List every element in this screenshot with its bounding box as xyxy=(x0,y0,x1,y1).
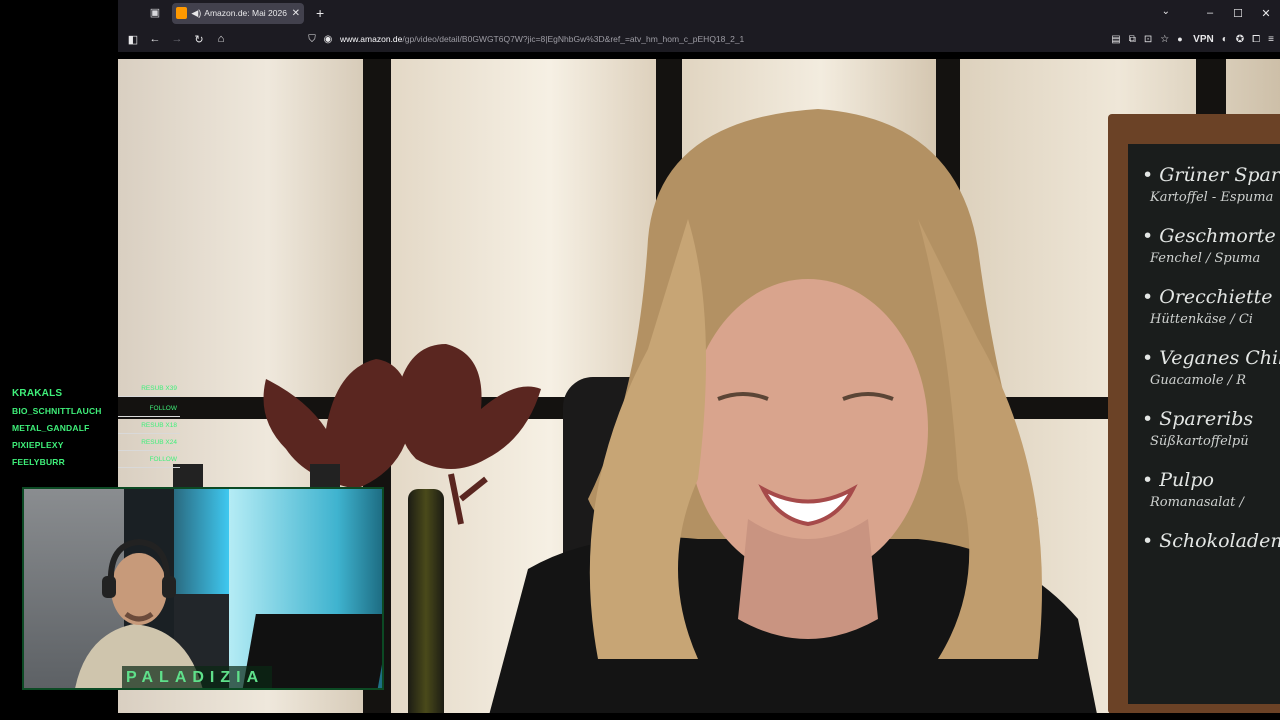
menu-icon[interactable]: ≡ xyxy=(1268,34,1274,45)
event-user: METAL_GANDALF xyxy=(12,423,90,433)
menu-item: • Veganes Chili Guacamole / R xyxy=(1128,347,1280,388)
event-user: PIXIEPLEXY xyxy=(12,440,64,450)
forward-icon[interactable]: → xyxy=(166,33,188,45)
picture-in-picture-icon[interactable]: ⧉ xyxy=(1129,34,1136,45)
extensions-puzzle-icon[interactable]: ⧠ xyxy=(1252,34,1260,45)
event-row: PIXIEPLEXY RESUB X24 xyxy=(8,437,183,454)
menu-item-title: • Orecchiette xyxy=(1142,286,1273,308)
bookmark-star-icon[interactable]: ☆ xyxy=(1160,34,1169,45)
home-icon[interactable]: ⌂ xyxy=(210,33,232,45)
tab-amazon[interactable]: ◀) Amazon.de: Mai 2026 anse ✕ xyxy=(172,2,304,24)
amazon-favicon-icon xyxy=(176,7,188,19)
lock-icon[interactable]: ◉ xyxy=(320,34,336,45)
vpn-button[interactable]: ● VPN xyxy=(1177,34,1214,45)
speaker-icon[interactable]: ◀) xyxy=(191,8,201,19)
event-user: FEELYBURR xyxy=(12,457,65,467)
menu-item: • Grüner Sparg Kartoffel - Espuma xyxy=(1128,164,1280,205)
menu-item: • Pulpo Romanasalat / xyxy=(1128,469,1280,510)
menu-item-title: • Schokoladen xyxy=(1142,530,1280,552)
tab-list-icon[interactable]: ▣ xyxy=(148,6,162,20)
reader-view-icon[interactable]: ▤ xyxy=(1111,34,1120,45)
menu-item: • Orecchiette Hüttenkäse / Ci xyxy=(1128,286,1280,327)
address-bar[interactable]: ⛉ ◉ www.amazon.de/gp/video/detail/B0GWGT… xyxy=(304,29,864,49)
menu-item: • Schokoladen xyxy=(1128,530,1280,552)
stream-event-feed: KRAKALS RESUB X39 BIO_SCHNITTLAUCH FOLLO… xyxy=(8,382,183,471)
window-controls: – ☐ ✕ xyxy=(1196,0,1280,26)
menu-item: • Spareribs Süßkartoffelpü xyxy=(1128,408,1280,449)
extension-icon[interactable]: ◐ xyxy=(1222,34,1228,45)
toolbar-right: ▤ ⧉ ⊡ ☆ ● VPN ◐ ✪ ⧠ ≡ xyxy=(1103,26,1274,52)
event-tag: RESUB X24 xyxy=(118,437,180,451)
menu-item-sub: Kartoffel - Espuma xyxy=(1150,190,1274,205)
tab-title: Amazon.de: Mai 2026 anse xyxy=(204,8,287,18)
chevron-down-icon[interactable]: ⌄ xyxy=(1162,6,1170,17)
vpn-label: VPN xyxy=(1193,33,1214,45)
woman-person xyxy=(489,109,1097,713)
screenshot-icon[interactable]: ⊡ xyxy=(1144,34,1152,45)
webcam-feed xyxy=(22,487,384,690)
event-user: BIO_SCHNITTLAUCH xyxy=(12,406,102,416)
url-domain: www.amazon.de xyxy=(340,34,403,44)
close-tab-icon[interactable]: ✕ xyxy=(292,8,300,19)
event-tag: RESUB X18 xyxy=(118,420,180,434)
sidebar-icon[interactable]: ◧ xyxy=(122,33,144,46)
event-user: KRAKALS xyxy=(12,388,63,399)
screen: ▣ ◀) Amazon.de: Mai 2026 anse ✕ + ⌄ – ☐ … xyxy=(0,0,1280,720)
event-row: METAL_GANDALF RESUB X18 xyxy=(8,420,183,437)
chalkboard-surface: • Grüner Sparg Kartoffel - Espuma • Gesch… xyxy=(1128,144,1280,704)
reload-icon[interactable]: ↻ xyxy=(188,33,210,46)
menu-item-title: • Pulpo xyxy=(1142,469,1214,491)
close-window-icon[interactable]: ✕ xyxy=(1252,7,1280,20)
url-path: /gp/video/detail/B0GWGT6Q7W?jic=8|EgNhbG… xyxy=(402,34,745,44)
menu-item-sub: Fenchel / Spuma xyxy=(1150,251,1261,266)
event-row: KRAKALS RESUB X39 xyxy=(8,382,183,403)
shield-icon[interactable]: ⛉ xyxy=(304,34,320,45)
browser-chrome: ▣ ◀) Amazon.de: Mai 2026 anse ✕ + ⌄ – ☐ … xyxy=(118,0,1280,52)
menu-item-sub: Guacamole / R xyxy=(1150,373,1246,388)
menu-item-sub: Süßkartoffelpü xyxy=(1150,434,1249,449)
menu-item-title: • Veganes Chili xyxy=(1142,347,1280,369)
menu-item: • Geschmorte Fenchel / Spuma xyxy=(1128,225,1280,266)
menu-item-sub: Hüttenkäse / Ci xyxy=(1150,312,1253,327)
menu-item-title: • Spareribs xyxy=(1142,408,1254,430)
channel-brand-logo: PALADIZIA xyxy=(122,666,272,688)
event-row: FEELYBURR FOLLOW xyxy=(8,454,183,471)
new-tab-button[interactable]: + xyxy=(316,5,324,21)
addon-icon[interactable]: ✪ xyxy=(1236,34,1244,45)
menu-item-title: • Grüner Sparg xyxy=(1142,164,1280,186)
event-row: BIO_SCHNITTLAUCH FOLLOW xyxy=(8,403,183,420)
tab-bar: ▣ ◀) Amazon.de: Mai 2026 anse ✕ + ⌄ – ☐ … xyxy=(118,0,1280,26)
event-tag: FOLLOW xyxy=(118,454,180,468)
back-icon[interactable]: ← xyxy=(144,33,166,45)
maximize-icon[interactable]: ☐ xyxy=(1224,7,1252,20)
chalkboard-menu: • Grüner Sparg Kartoffel - Espuma • Gesch… xyxy=(1108,114,1280,713)
menu-item-title: • Geschmorte xyxy=(1142,225,1276,247)
menu-item-sub: Romanasalat / xyxy=(1150,495,1244,510)
event-tag: RESUB X39 xyxy=(118,383,180,397)
minimize-icon[interactable]: – xyxy=(1196,7,1224,19)
nav-bar: ◧ ← → ↻ ⌂ ⛉ ◉ www.amazon.de/gp/video/det… xyxy=(118,26,1280,52)
url-text[interactable]: www.amazon.de/gp/video/detail/B0GWGT6Q7W… xyxy=(340,34,744,44)
event-tag: FOLLOW xyxy=(118,403,180,417)
